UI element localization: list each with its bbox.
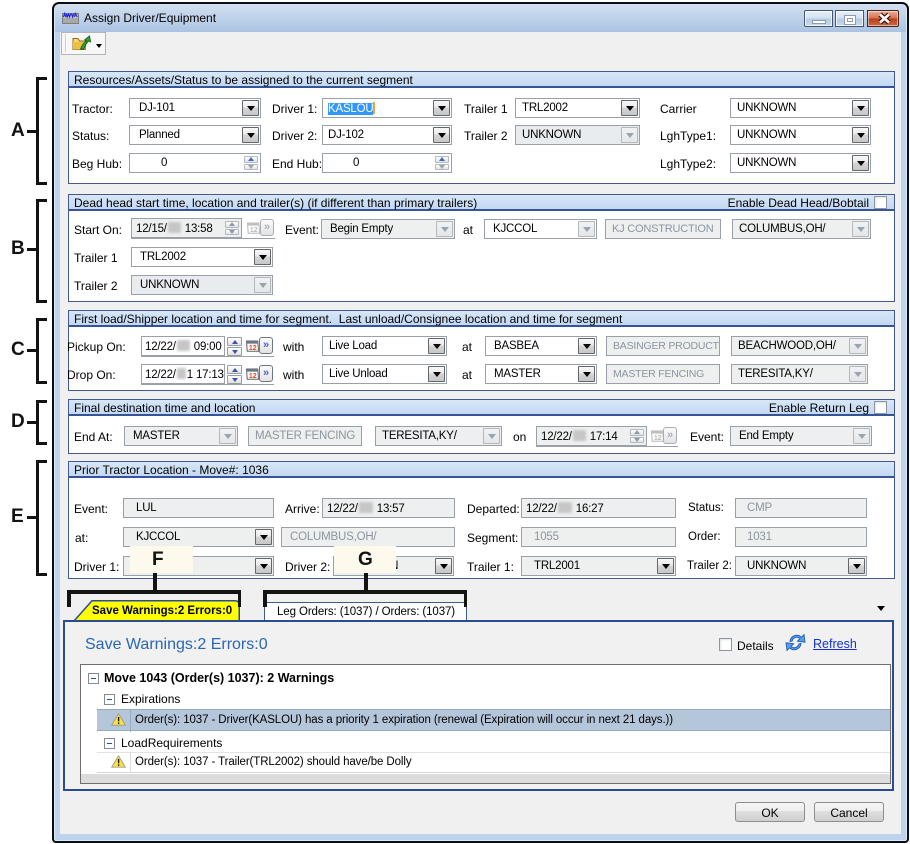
svg-text:12: 12: [249, 373, 257, 380]
svg-text:12: 12: [249, 345, 257, 352]
svg-text:12: 12: [654, 435, 662, 442]
svg-text:12: 12: [250, 227, 258, 234]
